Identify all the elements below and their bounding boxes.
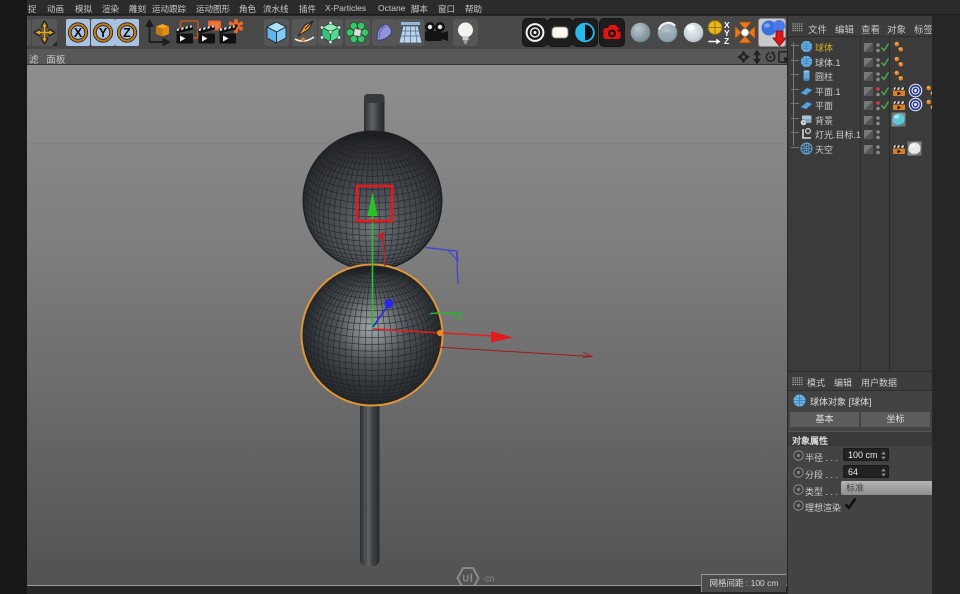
svg-text:Y: Y [98, 26, 107, 40]
svg-text:X: X [74, 26, 83, 40]
svg-text:U: U [463, 574, 470, 584]
svg-text:Z: Z [123, 26, 131, 40]
svg-text:Z: Z [724, 36, 729, 46]
svg-text:·cn: ·cn [482, 574, 495, 584]
